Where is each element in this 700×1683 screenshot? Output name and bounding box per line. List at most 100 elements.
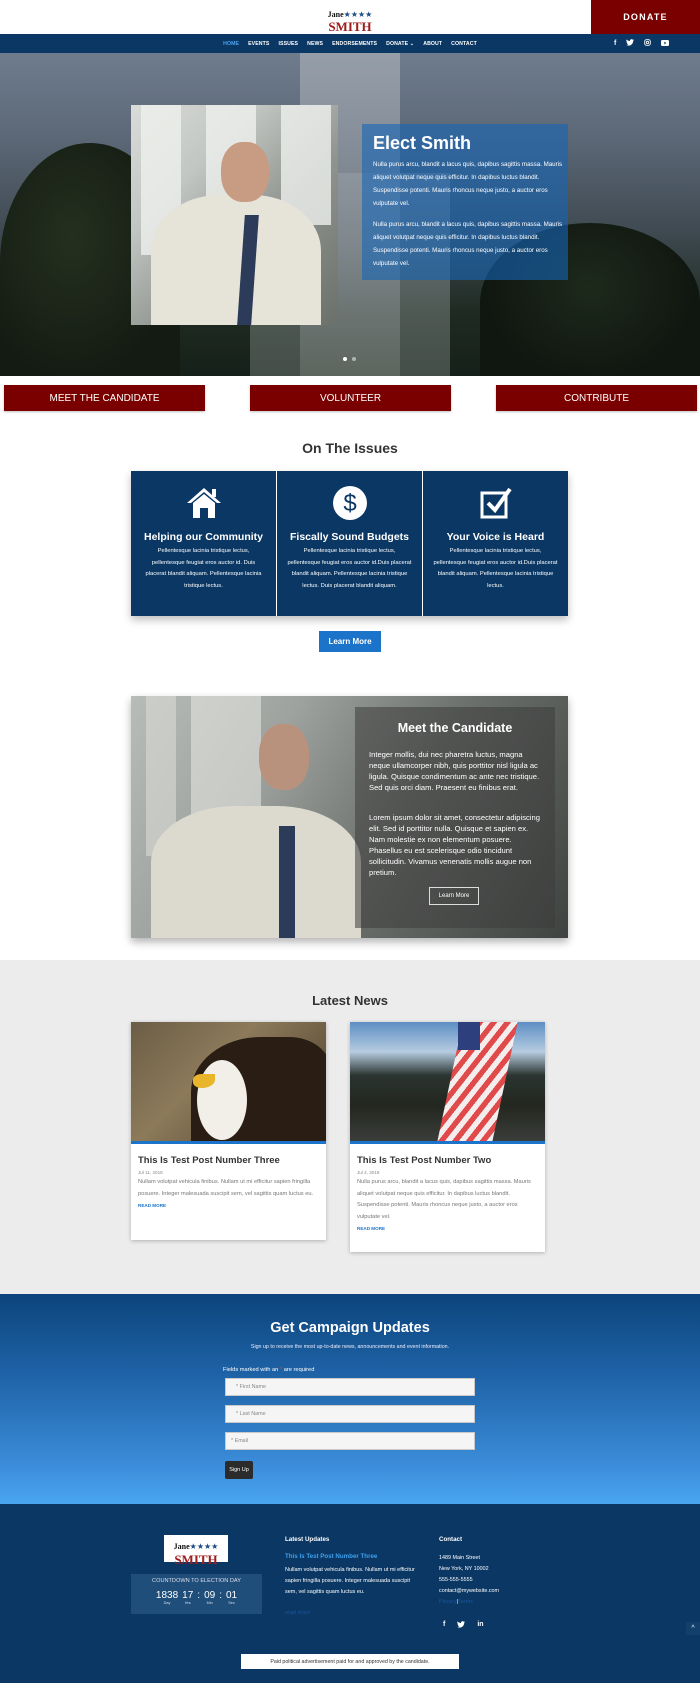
footer-social-links: f in <box>443 1621 484 1630</box>
footer-latest-post-link[interactable]: This Is Test Post Number Three <box>285 1553 377 1560</box>
logo-first-name: Jane <box>327 10 344 19</box>
post-date: Jul 4, 2018 <box>357 1170 380 1175</box>
linkedin-icon[interactable]: in <box>477 1621 483 1630</box>
logo-first-name: Jane <box>173 1542 190 1551</box>
terms-link[interactable]: Terms <box>458 1599 473 1605</box>
nav-issues[interactable]: ISSUES <box>278 41 298 47</box>
header-social-links: f <box>614 34 670 53</box>
required-note-suffix: are required <box>282 1367 315 1373</box>
sign-up-button[interactable]: Sign Up <box>225 1461 253 1479</box>
signup-heading: Get Campaign Updates <box>270 1320 430 1336</box>
post-excerpt: Nullam volutpat vehicula finibus. Nullam… <box>138 1179 314 1197</box>
nav-about[interactable]: ABOUT <box>423 41 442 47</box>
read-more-link[interactable]: READ MORE <box>131 1200 326 1208</box>
meet-heading: Meet the Candidate <box>397 721 513 735</box>
contact-email[interactable]: contact@mywebsite.com <box>439 1588 499 1594</box>
volunteer-button[interactable]: VOLUNTEER <box>250 385 451 411</box>
privacy-link[interactable]: Privacy <box>439 1599 457 1605</box>
logo-last-name: SMITH <box>328 19 372 34</box>
issue-card: Helping our Community Pellentesque lacin… <box>131 471 276 616</box>
countdown-unit-label: Day <box>163 1601 171 1605</box>
countdown-timer: 1838 Day 17 Hrs : 09 Min : 01 Sec <box>131 1590 262 1605</box>
twitter-icon[interactable] <box>626 39 635 48</box>
back-to-top-button[interactable]: ^ <box>686 1622 700 1635</box>
nav-events[interactable]: EVENTS <box>248 41 269 47</box>
meet-learn-more-button[interactable]: Learn More <box>429 887 479 905</box>
first-name-input[interactable]: * First Name <box>225 1378 475 1396</box>
nav-endorsements[interactable]: ENDORSEMENTS <box>332 41 377 47</box>
news-heading: Latest News <box>312 993 388 1008</box>
footer-latest-excerpt: Nullam volutpat vehicula finibus. Nullam… <box>285 1567 415 1595</box>
nav-home[interactable]: HOME <box>223 41 239 47</box>
hero-slider <box>0 53 700 376</box>
logo-stars: ★★★★ <box>189 1542 219 1551</box>
footer-latest-heading: Latest Updates <box>285 1536 330 1543</box>
issue-title: Fiscally Sound Budgets <box>289 531 410 543</box>
nav-contact[interactable]: CONTACT <box>451 41 477 47</box>
logo-last-name: SMITH <box>174 1552 218 1567</box>
home-icon <box>131 485 276 521</box>
read-more-link[interactable]: READ MORE <box>350 1223 545 1231</box>
post-excerpt: Nulla purus arcu, blandit a lacus quis, … <box>357 1179 531 1220</box>
countdown-minutes: 09 <box>204 1590 216 1601</box>
post-title[interactable]: This Is Test Post Number Two <box>350 1144 545 1166</box>
dollar-icon: $ <box>277 485 422 521</box>
footer-read-more-link[interactable]: read more <box>285 1610 310 1616</box>
issue-card: Your Voice is Heard Pellentesque lacinia… <box>423 471 568 616</box>
meet-the-candidate-button[interactable]: MEET THE CANDIDATE <box>4 385 205 411</box>
twitter-icon[interactable] <box>457 1621 466 1630</box>
issue-text: Pellentesque lacinia tristique lectus, p… <box>145 548 262 589</box>
issues-heading: On The Issues <box>302 440 398 456</box>
checkbox-icon <box>423 485 568 521</box>
issue-text: Pellentesque lacinia tristique lectus, p… <box>433 548 558 589</box>
hero-paragraph: Nulla purus arcu, blandit a lacus quis, … <box>373 221 563 267</box>
last-name-input[interactable]: * Last Name <box>225 1405 475 1423</box>
political-disclaimer: Paid political advertisement paid for an… <box>241 1654 459 1669</box>
contribute-button[interactable]: CONTRIBUTE <box>496 385 697 411</box>
countdown-separator: : <box>197 1590 201 1601</box>
countdown-hours: 17 <box>182 1590 194 1601</box>
news-card: This Is Test Post Number Two Jul 4, 2018… <box>350 1022 545 1252</box>
eagle-image[interactable] <box>131 1022 326 1144</box>
instagram-icon[interactable] <box>644 39 652 48</box>
signup-subtitle: Sign up to receive the most up-to-date n… <box>250 1344 450 1350</box>
footer-contact-heading: Contact <box>439 1536 463 1543</box>
news-card: This Is Test Post Number Three Jul 11, 2… <box>131 1022 326 1240</box>
flag-image[interactable] <box>350 1022 545 1144</box>
meet-paragraph: Integer mollis, dui nec pharetra luctus,… <box>369 750 540 792</box>
issues-learn-more-button[interactable]: Learn More <box>319 631 381 652</box>
nav-donate-dropdown[interactable]: DONATE ⌄ <box>386 41 414 47</box>
svg-text:$: $ <box>343 490 356 517</box>
countdown-label: COUNTDOWN TO ELECTION DAY <box>152 1578 241 1584</box>
site-logo[interactable]: Jane★★★★ SMITH <box>322 5 378 34</box>
issue-text: Pellentesque lacinia tristique lectus, p… <box>287 548 412 589</box>
issue-title: Your Voice is Heard <box>446 531 545 543</box>
countdown-unit-label: Min <box>206 1601 213 1605</box>
footer-logo[interactable]: Jane★★★★ SMITH <box>164 1535 228 1566</box>
meet-paragraph: Lorem ipsum dolor sit amet, consectetur … <box>369 813 540 877</box>
donate-button[interactable]: DONATE <box>591 0 700 34</box>
contact-phone[interactable]: 555-555-5555 <box>439 1577 473 1583</box>
facebook-icon[interactable]: f <box>443 1621 445 1630</box>
nav-news[interactable]: NEWS <box>307 41 323 47</box>
youtube-icon[interactable] <box>661 39 670 48</box>
issue-title: Helping our Community <box>144 531 263 543</box>
slider-pagination <box>343 357 356 361</box>
facebook-icon[interactable]: f <box>614 40 616 47</box>
countdown-seconds: 01 <box>225 1590 238 1601</box>
required-note-prefix: Fields marked with an <box>223 1367 280 1373</box>
slider-dot[interactable] <box>352 357 356 361</box>
countdown-unit-label: Sec <box>228 1601 235 1605</box>
post-date: Jul 11, 2018 <box>138 1170 163 1175</box>
candidate-photo <box>131 105 338 325</box>
email-input[interactable]: * Email <box>225 1432 475 1450</box>
countdown-unit-label: Hrs <box>184 1601 191 1605</box>
post-title[interactable]: This Is Test Post Number Three <box>131 1144 326 1166</box>
hero-title: Elect Smith <box>373 133 472 153</box>
contact-city: New York, NY 10002 <box>439 1566 489 1572</box>
main-nav: HOME EVENTS ISSUES NEWS ENDORSEMENTS DON… <box>0 34 700 53</box>
slider-dot[interactable] <box>343 357 347 361</box>
contact-address: 1489 Main Street <box>439 1555 481 1561</box>
legal-links: Privacy|Terms <box>439 1599 473 1605</box>
logo-stars: ★★★★ <box>343 10 373 19</box>
